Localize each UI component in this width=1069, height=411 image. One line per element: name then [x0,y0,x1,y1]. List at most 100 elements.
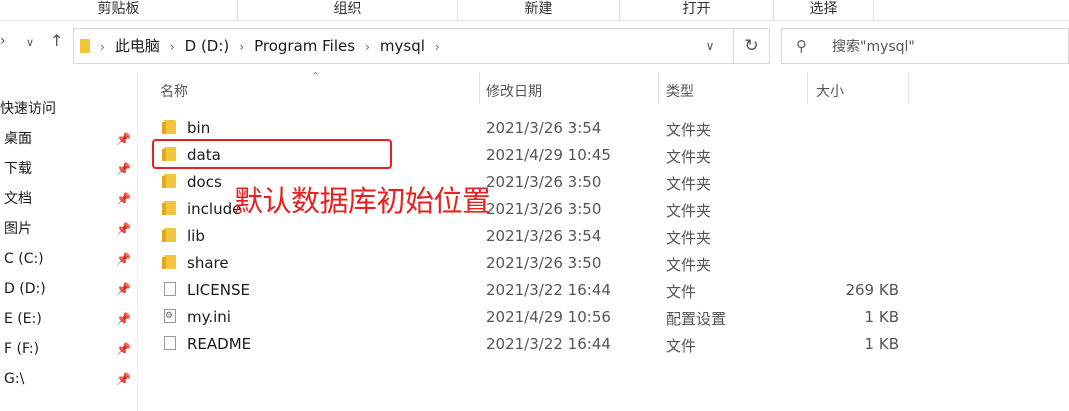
file-date: 2021/3/26 3:50 [486,173,602,191]
file-date: 2021/3/26 3:50 [486,254,602,272]
folder-icon [162,201,176,215]
pin-icon: 📌 [116,372,131,386]
nav-item-e-drive[interactable]: E (E:) 📌 [0,304,137,334]
file-row[interactable]: LICENSE 2021/3/22 16:44 文件 269 KB [150,276,910,303]
folder-icon [80,39,90,53]
breadcrumb-program-files[interactable]: Program Files [254,37,355,55]
annotation-text: 默认数据库初始位置 [234,184,491,218]
nav-item-documents[interactable]: 文档 📌 [0,184,137,214]
file-name: share [187,254,229,272]
nav-item-label: E (E:) [4,311,42,327]
file-type: 文件夹 [666,229,712,247]
pin-icon: 📌 [116,282,131,296]
file-date: 2021/3/26 3:54 [486,119,602,137]
chevron-right-icon[interactable]: › [100,40,105,54]
ini-file-icon [164,309,176,323]
breadcrumb-this-pc[interactable]: 此电脑 [115,37,160,55]
sort-ascending-icon: ⌃ [311,70,321,83]
file-type: 文件 [666,283,697,301]
breadcrumb: › 此电脑 › D (D:) › Program Files › mysql › [80,29,450,63]
file-date: 2021/4/29 10:56 [486,308,611,326]
file-row[interactable]: lib 2021/3/26 3:54 文件夹 [150,222,910,249]
file-date: 2021/3/22 16:44 [486,335,611,353]
nav-item-desktop[interactable]: 桌面 📌 [0,124,137,154]
file-name: my.ini [187,308,231,326]
column-header-row: ⌃ 名称 修改日期 类型 大小 [138,70,1069,106]
folder-icon [162,120,176,134]
file-size: 1 KB [864,335,899,353]
file-row[interactable]: README 2021/3/22 16:44 文件 1 KB [150,330,910,357]
search-icon: ⚲ [796,37,807,55]
address-dropdown-icon[interactable]: ∨ [698,29,722,63]
nav-item-label: 下载 [4,161,32,177]
file-icon [164,282,176,296]
file-name: docs [187,173,222,191]
pin-icon: 📌 [116,222,131,236]
column-header-size[interactable]: 大小 [816,81,844,101]
file-size: 269 KB [845,281,899,299]
breadcrumb-mysql[interactable]: mysql [380,37,425,55]
chevron-right-icon[interactable]: › [239,40,244,54]
pin-icon: 📌 [116,132,131,146]
file-name: bin [187,119,211,137]
forward-arrow-icon[interactable]: › [0,33,6,49]
file-row[interactable]: share 2021/3/26 3:50 文件夹 [150,249,910,276]
nav-item-label: F (F:) [4,341,40,357]
file-type: 文件夹 [666,121,712,139]
nav-item-g-drive[interactable]: G:\ 📌 [0,364,137,394]
column-divider[interactable] [908,72,909,104]
address-bar[interactable]: › 此电脑 › D (D:) › Program Files › mysql › ∨ ↻ [73,28,770,64]
pin-icon: 📌 [116,342,131,356]
navigation-pane: 快速访问 桌面 📌 下载 📌 文档 📌 图片 📌 C (C:) 📌 D (D:) 📌 E (… [0,72,138,411]
ribbon-group-organize[interactable]: 组织 [238,0,458,20]
quick-access-label[interactable]: 快速访问 [0,98,56,118]
nav-item-label: 文档 [4,191,32,207]
column-divider[interactable] [807,72,808,104]
nav-item-pictures[interactable]: 图片 📌 [0,214,137,244]
column-header-name[interactable]: 名称 [160,81,188,101]
file-name: LICENSE [187,281,250,299]
file-type: 文件夹 [666,256,712,274]
file-row[interactable]: my.ini 2021/4/29 10:56 配置设置 1 KB [150,303,910,330]
file-type: 配置设置 [666,310,727,328]
nav-item-label: G:\ [4,371,25,387]
pin-icon: 📌 [116,192,131,206]
ribbon-group-clipboard[interactable]: 剪贴板 [0,0,238,20]
column-header-date[interactable]: 修改日期 [486,81,542,101]
pin-icon: 📌 [116,252,131,266]
pin-icon: 📌 [116,312,131,326]
pin-icon: 📌 [116,162,131,176]
nav-item-c-drive[interactable]: C (C:) 📌 [0,244,137,274]
folder-icon [162,174,176,188]
search-input[interactable] [830,35,1064,59]
file-date: 2021/3/26 3:50 [486,200,602,218]
file-row[interactable]: bin 2021/3/26 3:54 文件夹 [150,114,910,141]
nav-item-d-drive[interactable]: D (D:) 📌 [0,274,137,304]
ribbon-group-open[interactable]: 打开 [620,0,774,20]
file-type: 文件夹 [666,175,712,193]
nav-item-label: C (C:) [4,251,44,267]
ribbon-group-new[interactable]: 新建 [458,0,620,20]
folder-icon [162,255,176,269]
ribbon-bar: 剪贴板 组织 新建 打开 选择 [0,0,1069,21]
nav-item-f-drive[interactable]: F (F:) 📌 [0,334,137,364]
file-date: 2021/3/26 3:54 [486,227,602,245]
column-divider[interactable] [479,72,480,104]
up-arrow-icon[interactable]: ↑ [50,31,63,50]
folder-icon [162,228,176,242]
chevron-right-icon[interactable]: › [435,40,440,54]
chevron-right-icon[interactable]: › [170,40,175,54]
column-divider[interactable] [658,72,659,104]
refresh-icon[interactable]: ↻ [733,29,769,63]
search-box[interactable]: ⚲ [781,28,1069,64]
column-header-type[interactable]: 类型 [666,81,694,101]
file-type: 文件夹 [666,202,712,220]
ribbon-group-select[interactable]: 选择 [774,0,874,20]
file-icon [164,336,176,350]
breadcrumb-d-drive[interactable]: D (D:) [185,37,230,55]
file-date: 2021/3/22 16:44 [486,281,611,299]
nav-item-downloads[interactable]: 下载 📌 [0,154,137,184]
recent-locations-chevron-icon[interactable]: ∨ [26,36,34,49]
chevron-right-icon[interactable]: › [365,40,370,54]
file-type: 文件夹 [666,148,712,166]
